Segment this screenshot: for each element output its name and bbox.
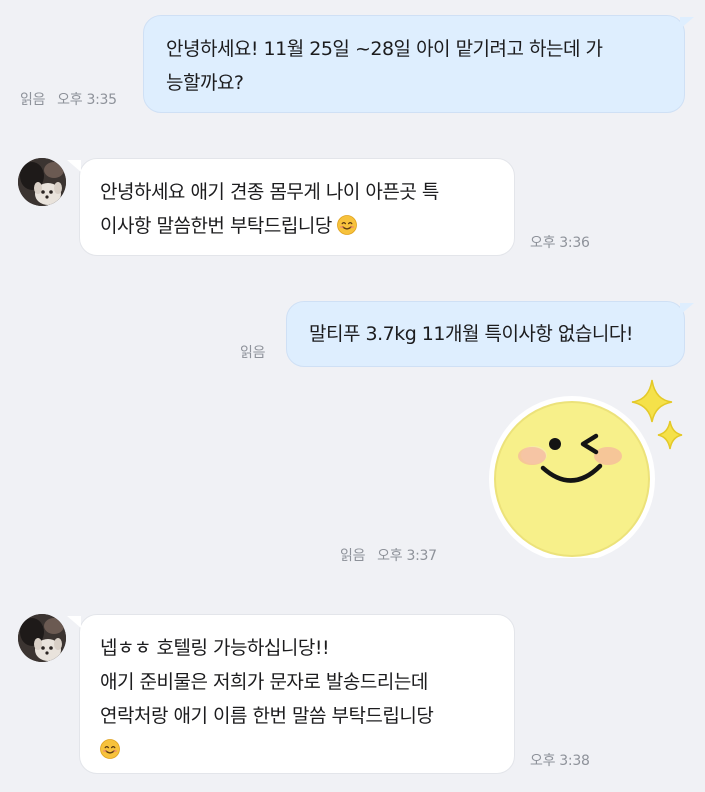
read-receipt: 읽음 <box>240 345 266 361</box>
winking-smiley-sticker-icon <box>489 379 683 562</box>
message-text-line: 넵ㅎㅎ 호텔링 가능하십니당!! <box>100 637 330 659</box>
timestamp: 오후 3:38 <box>530 753 590 769</box>
timestamp: 오후 3:36 <box>530 235 590 251</box>
smiling-face-emoji-icon <box>100 739 120 759</box>
winking-smiley-sticker[interactable] <box>484 376 689 562</box>
bubble-tail <box>67 160 81 172</box>
avatar[interactable] <box>18 614 66 662</box>
timestamp: 오후 3:35 <box>57 92 117 108</box>
read-receipt: 읽음 <box>20 92 46 108</box>
message-text: 이사항 말씀한번 부탁드립니당 <box>100 215 332 237</box>
avatar-dog-photo-icon <box>18 158 66 206</box>
message-text-line <box>100 733 494 767</box>
message-text-line: 연락처랑 애기 이름 한번 말씀 부탁드립니당 <box>100 705 434 727</box>
message-text-line: 안녕하세요! 11월 25일 ~28일 아이 맡기려고 하는데 가 <box>166 38 603 60</box>
smiling-face-emoji-icon <box>337 215 358 235</box>
bubble-tail <box>67 616 81 628</box>
message-text-line: 능할까요? <box>166 72 244 94</box>
read-receipt: 읽음 <box>340 548 366 564</box>
message-3-meta: 읽음 <box>240 342 265 362</box>
bubble-tail <box>680 303 694 315</box>
incoming-message-bubble[interactable]: 안녕하세요 애기 견종 몸무게 나이 아픈곳 특 이사항 말씀한번 부탁드립니당 <box>79 158 515 256</box>
incoming-message-bubble[interactable]: 넵ㅎㅎ 호텔링 가능하십니당!! 애기 준비물은 저희가 문자로 발송드리는데 … <box>79 614 515 774</box>
timestamp: 오후 3:37 <box>377 548 437 564</box>
outgoing-message-bubble[interactable]: 안녕하세요! 11월 25일 ~28일 아이 맡기려고 하는데 가 능할까요? <box>143 15 685 113</box>
message-text-line: 이사항 말씀한번 부탁드립니당 <box>100 209 494 243</box>
avatar[interactable] <box>18 158 66 206</box>
message-5-meta: 오후 3:38 <box>530 750 590 770</box>
message-text-line: 애기 준비물은 저희가 문자로 발송드리는데 <box>100 671 428 693</box>
message-1-meta: 읽음 오후 3:35 <box>20 89 117 109</box>
message-text-line: 안녕하세요 애기 견종 몸무게 나이 아픈곳 특 <box>100 181 439 203</box>
bubble-tail <box>680 17 694 29</box>
outgoing-message-bubble[interactable]: 말티푸 3.7kg 11개월 특이사항 없습니다! <box>286 301 685 367</box>
message-4-meta: 읽음 오후 3:37 <box>340 545 437 565</box>
avatar-dog-photo-icon <box>18 614 66 662</box>
message-2-meta: 오후 3:36 <box>530 232 590 252</box>
message-text-line: 말티푸 3.7kg 11개월 특이사항 없습니다! <box>309 323 633 345</box>
